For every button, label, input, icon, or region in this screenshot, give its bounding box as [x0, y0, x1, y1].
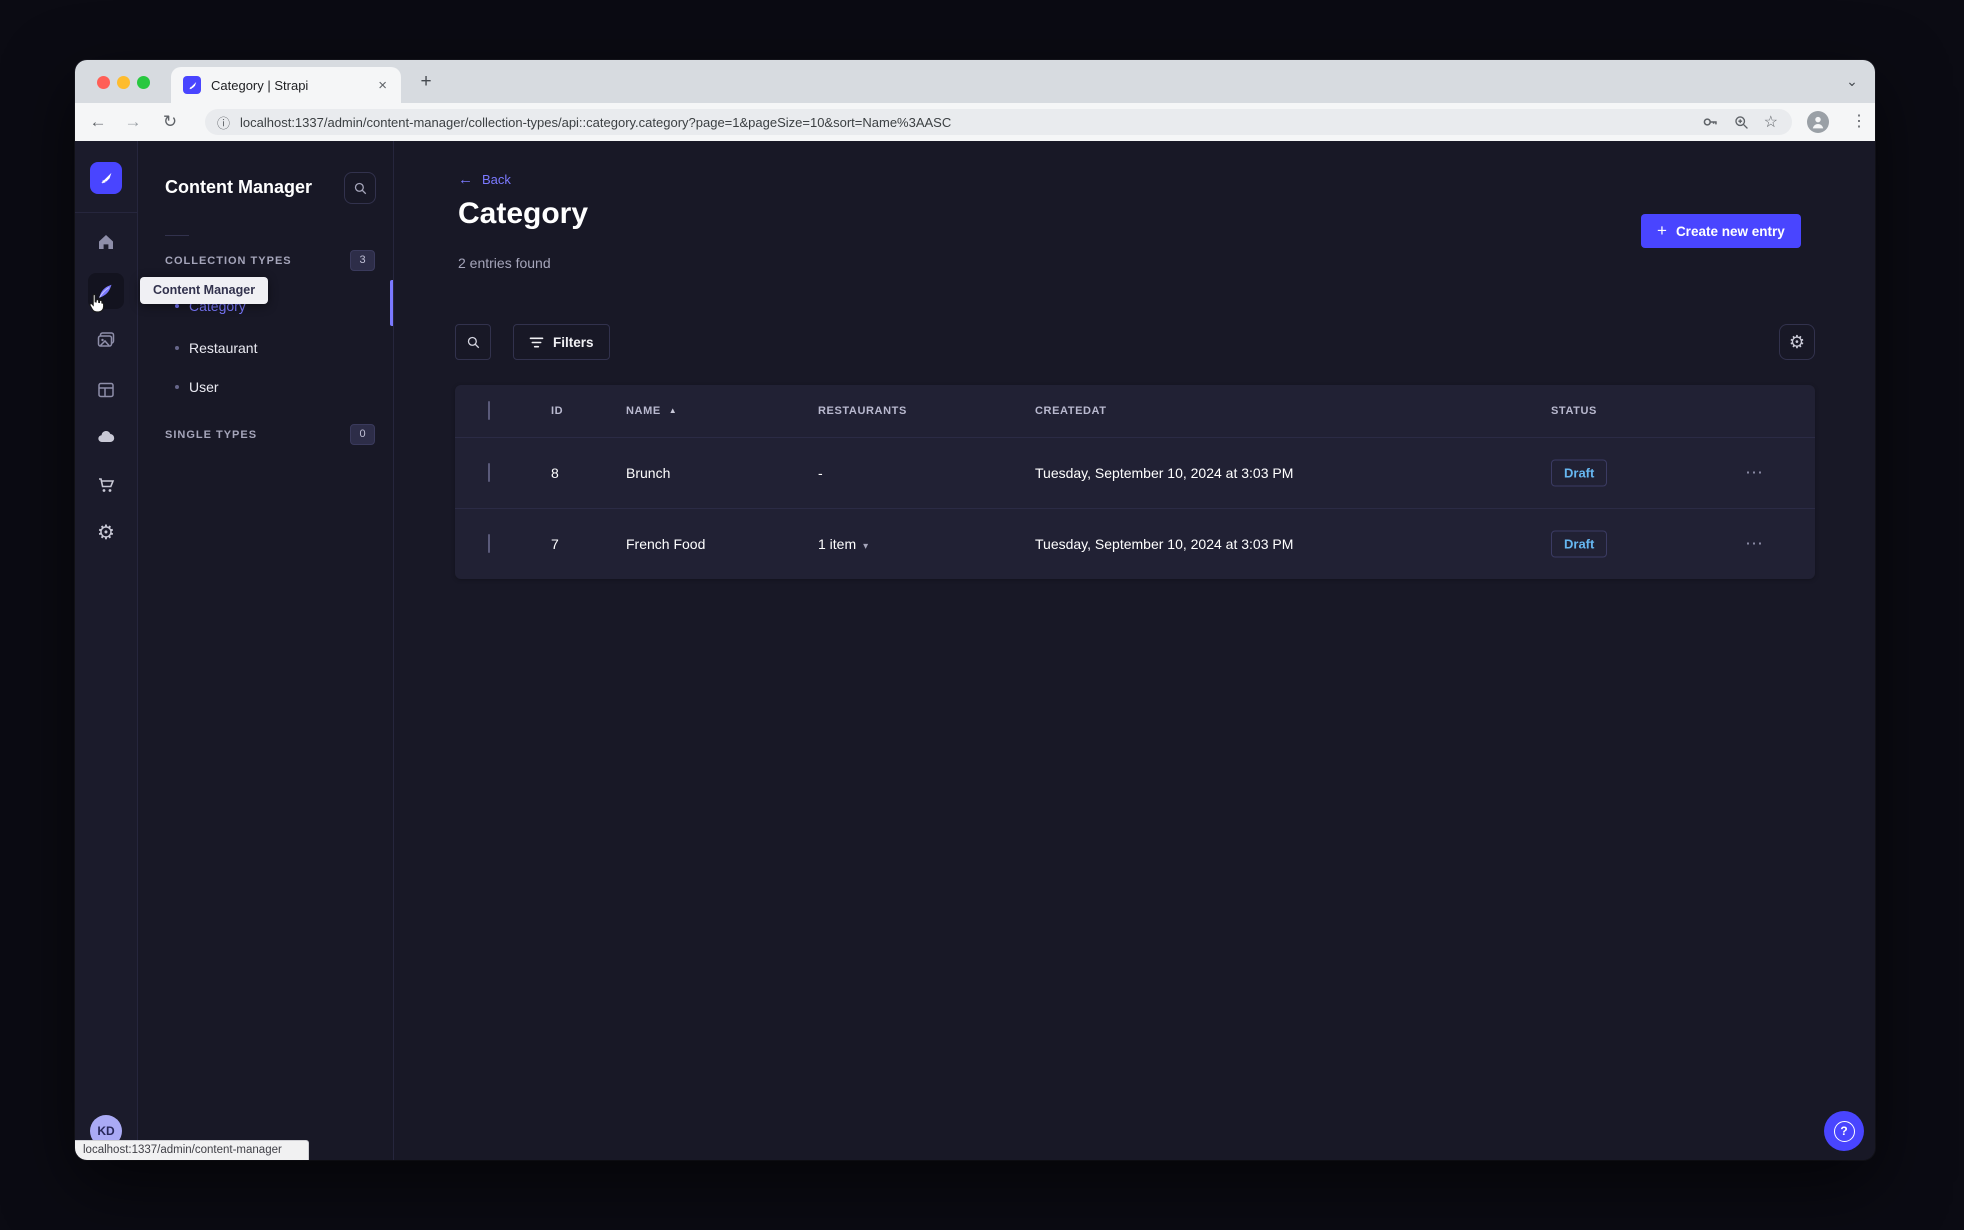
- home-icon[interactable]: [96, 232, 116, 252]
- cell-restaurants: -: [818, 465, 823, 481]
- active-item-indicator: [390, 280, 393, 326]
- row-actions-button[interactable]: ⋯: [1745, 534, 1764, 555]
- subnav-item-restaurant[interactable]: Restaurant: [138, 329, 393, 367]
- subnav-search-button[interactable]: [344, 172, 376, 204]
- search-icon: [354, 182, 366, 194]
- url-text: localhost:1337/admin/content-manager/col…: [240, 114, 952, 130]
- entries-count: 2 entries found: [458, 255, 551, 271]
- header-restaurants[interactable]: RESTAURANTS: [818, 405, 907, 417]
- subnav-divider: [165, 235, 189, 236]
- content-manager-tooltip: Content Manager: [140, 277, 269, 304]
- row-checkbox[interactable]: [488, 463, 490, 482]
- main-content: ← Back Category 2 entries found + Create…: [394, 141, 1875, 1160]
- bullet-icon: [175, 346, 179, 350]
- status-badge: Draft: [1551, 459, 1608, 487]
- cell-id: 7: [551, 536, 559, 552]
- cell-name: Brunch: [626, 465, 671, 481]
- caret-down-icon: ▾: [863, 541, 869, 552]
- view-settings-button[interactable]: ⚙: [1779, 324, 1815, 360]
- new-tab-button[interactable]: +: [413, 69, 439, 95]
- settings-gear-icon[interactable]: ⚙: [96, 523, 116, 543]
- create-new-entry-button[interactable]: + Create new entry: [1641, 214, 1801, 248]
- single-types-count-badge: 0: [350, 424, 375, 445]
- select-all-checkbox[interactable]: [488, 401, 490, 420]
- help-button[interactable]: ?: [1824, 1111, 1864, 1151]
- back-label: Back: [482, 172, 511, 187]
- tab-close-icon[interactable]: ×: [376, 77, 389, 94]
- browser-profile-avatar[interactable]: [1807, 111, 1829, 133]
- browser-tab[interactable]: Category | Strapi ×: [171, 67, 401, 103]
- cell-createdat: Tuesday, September 10, 2024 at 3:03 PM: [1035, 536, 1294, 552]
- cell-createdat: Tuesday, September 10, 2024 at 3:03 PM: [1035, 465, 1294, 481]
- mouse-cursor-icon: [85, 291, 109, 320]
- subnav-title: Content Manager: [165, 177, 313, 197]
- strapi-favicon-icon: [183, 76, 201, 94]
- zoom-search-icon[interactable]: [1733, 113, 1750, 131]
- header-name[interactable]: NAME ▲: [626, 405, 677, 417]
- reload-button[interactable]: ↻: [155, 103, 185, 141]
- table-row[interactable]: 8 Brunch - Tuesday, September 10, 2024 a…: [455, 437, 1815, 508]
- page-title: Category: [458, 197, 589, 230]
- search-icon: [467, 336, 479, 348]
- list-search-button[interactable]: [455, 324, 491, 360]
- table-header-row: ID NAME ▲ RESTAURANTS CREATEDAT STATUS: [455, 385, 1815, 437]
- address-bar[interactable]: ⓘ localhost:1337/admin/content-manager/c…: [205, 109, 1792, 135]
- browser-window: Category | Strapi × + ⌄ ← → ↻ ⓘ localhos…: [75, 60, 1875, 1160]
- back-arrow-icon: ←: [458, 171, 473, 188]
- row-actions-button[interactable]: ⋯: [1745, 463, 1764, 484]
- gear-icon: ⚙: [1788, 332, 1806, 352]
- cell-id: 8: [551, 465, 559, 481]
- desktop: Category | Strapi × + ⌄ ← → ↻ ⓘ localhos…: [0, 0, 1964, 1230]
- browser-tab-strip: Category | Strapi × + ⌄: [75, 60, 1875, 103]
- collection-types-label: COLLECTION TYPES: [165, 255, 292, 267]
- back-link[interactable]: ← Back: [458, 171, 511, 188]
- link-status-bar: localhost:1337/admin/content-manager: [75, 1140, 309, 1160]
- bullet-icon: [175, 304, 179, 308]
- media-library-icon[interactable]: [96, 330, 116, 350]
- browser-toolbar: ← → ↻ ⓘ localhost:1337/admin/content-man…: [75, 103, 1875, 141]
- password-key-icon[interactable]: [1701, 113, 1719, 131]
- header-status[interactable]: STATUS: [1551, 405, 1597, 417]
- table-row[interactable]: 7 French Food 1 item ▾ Tuesday, September…: [455, 508, 1815, 579]
- site-info-icon[interactable]: ⓘ: [217, 113, 230, 132]
- header-id[interactable]: ID: [551, 405, 563, 417]
- filter-icon: [529, 337, 544, 347]
- single-types-label: SINGLE TYPES: [165, 429, 258, 441]
- window-minimize-button[interactable]: [117, 76, 130, 89]
- sort-asc-icon: ▲: [668, 406, 678, 415]
- subnav-item-user[interactable]: User: [138, 368, 393, 406]
- bullet-icon: [175, 385, 179, 389]
- cell-restaurants[interactable]: 1 item ▾: [818, 536, 868, 552]
- back-button[interactable]: ←: [83, 103, 113, 141]
- rail-divider: [75, 212, 137, 213]
- strapi-admin: ⚙ KD Content Manager COLLECTION TYPES 3 …: [75, 141, 1875, 1160]
- forward-button[interactable]: →: [118, 103, 148, 141]
- marketplace-cart-icon[interactable]: [96, 475, 116, 495]
- content-type-builder-icon[interactable]: [96, 380, 116, 400]
- strapi-logo-icon[interactable]: [90, 162, 122, 194]
- bookmark-star-icon[interactable]: ☆: [1764, 113, 1778, 131]
- entries-table: ID NAME ▲ RESTAURANTS CREATEDAT STATUS 8 …: [455, 385, 1815, 579]
- browser-menu-icon[interactable]: ⋮: [1847, 103, 1871, 141]
- cloud-icon[interactable]: [96, 427, 116, 447]
- question-icon: ?: [1833, 1120, 1855, 1142]
- filters-button[interactable]: Filters: [513, 324, 610, 360]
- window-close-button[interactable]: [97, 76, 110, 89]
- collection-types-count-badge: 3: [350, 250, 375, 271]
- cell-name: French Food: [626, 536, 706, 552]
- window-zoom-button[interactable]: [137, 76, 150, 89]
- status-badge: Draft: [1551, 530, 1608, 558]
- plus-icon: +: [1657, 221, 1667, 240]
- row-checkbox[interactable]: [488, 534, 490, 553]
- header-createdat[interactable]: CREATEDAT: [1035, 405, 1107, 417]
- tab-search-chevron-icon[interactable]: ⌄: [1841, 71, 1863, 93]
- tab-title: Category | Strapi: [211, 77, 309, 93]
